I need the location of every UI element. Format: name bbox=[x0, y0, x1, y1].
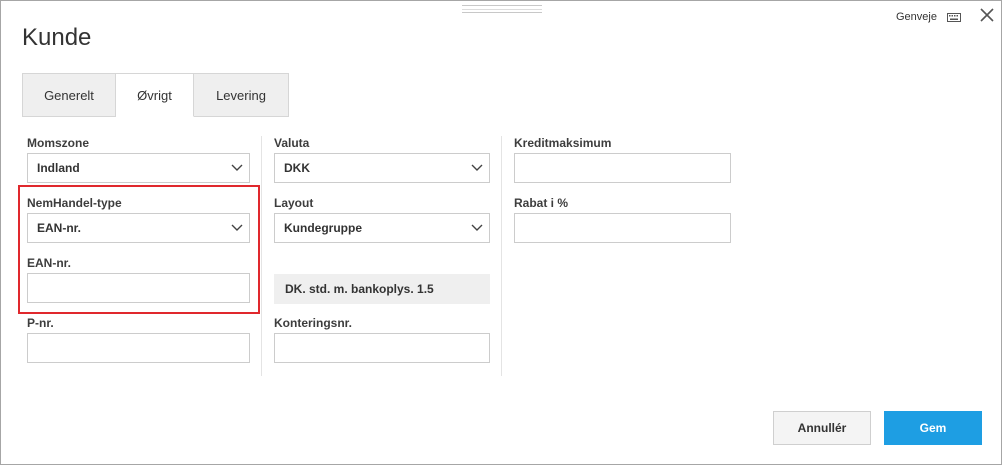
valuta-label: Valuta bbox=[274, 136, 310, 150]
save-button[interactable]: Gem bbox=[884, 411, 982, 445]
valuta-select[interactable]: DKK bbox=[274, 153, 490, 183]
tab-bar: Generelt Øvrigt Levering bbox=[22, 73, 289, 117]
momszone-value: Indland bbox=[37, 161, 80, 175]
chevron-down-icon bbox=[471, 224, 483, 231]
rabat-input[interactable] bbox=[514, 213, 731, 243]
momszone-select[interactable]: Indland bbox=[27, 153, 250, 183]
p-nr-input[interactable] bbox=[27, 333, 250, 363]
konteringsnr-input[interactable] bbox=[274, 333, 490, 363]
keyboard-icon bbox=[946, 12, 961, 22]
chevron-down-icon bbox=[231, 164, 243, 171]
nemhandel-type-value: EAN-nr. bbox=[37, 221, 82, 235]
drag-handle[interactable] bbox=[462, 5, 542, 13]
customer-dialog: Kunde Genveje Generelt Øvrigt Levering M… bbox=[0, 0, 1002, 465]
kreditmaksimum-label: Kreditmaksimum bbox=[514, 136, 612, 150]
shortcuts-button[interactable]: Genveje bbox=[896, 9, 961, 25]
shortcuts-label: Genveje bbox=[896, 11, 937, 23]
layout-label: Layout bbox=[274, 196, 314, 210]
tab-generelt[interactable]: Generelt bbox=[22, 73, 116, 117]
tab-levering[interactable]: Levering bbox=[194, 73, 289, 117]
layout-select[interactable]: Kundegruppe bbox=[274, 213, 490, 243]
kreditmaksimum-input[interactable] bbox=[514, 153, 731, 183]
cancel-button[interactable]: Annullér bbox=[773, 411, 871, 445]
column-divider bbox=[261, 136, 262, 376]
chevron-down-icon bbox=[231, 224, 243, 231]
rabat-label: Rabat i % bbox=[514, 196, 569, 210]
konteringsnr-label: Konteringsnr. bbox=[274, 316, 353, 330]
nemhandel-type-select[interactable]: EAN-nr. bbox=[27, 213, 250, 243]
p-nr-label: P-nr. bbox=[27, 316, 54, 330]
layout-info: DK. std. m. bankoplys. 1.5 bbox=[274, 274, 490, 304]
close-icon[interactable] bbox=[979, 7, 995, 23]
column-divider bbox=[501, 136, 502, 376]
momszone-label: Momszone bbox=[27, 136, 90, 150]
ean-nr-label: EAN-nr. bbox=[27, 256, 72, 270]
layout-value: Kundegruppe bbox=[284, 221, 362, 235]
dialog-title: Kunde bbox=[22, 24, 92, 51]
valuta-value: DKK bbox=[284, 161, 310, 175]
tab-ovrigt[interactable]: Øvrigt bbox=[116, 73, 194, 117]
ean-nr-input[interactable] bbox=[27, 273, 250, 303]
chevron-down-icon bbox=[471, 164, 483, 171]
nemhandel-type-label: NemHandel-type bbox=[27, 196, 122, 210]
